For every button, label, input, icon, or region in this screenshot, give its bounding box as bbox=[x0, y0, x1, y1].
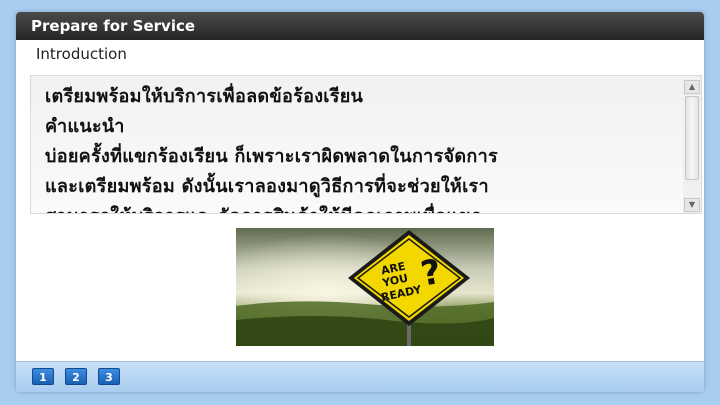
triangle-up-icon: ▲ bbox=[688, 82, 696, 91]
text-line: สามารถให้บริการและจัดการสินค้าให้มีคุณภา… bbox=[45, 202, 675, 213]
lesson-window: Prepare for Service Introduction เตรียมพ… bbox=[16, 12, 704, 392]
page-button-1[interactable]: 1 bbox=[32, 368, 54, 385]
text-line: บ่อยครั้งที่แขกร้องเรียน ก็เพราะเราผิดพล… bbox=[45, 146, 498, 167]
text-line: และเตรียมพร้อม ดังนั้นเราลองมาดูวิธีการท… bbox=[45, 176, 489, 197]
panel-text: เตรียมพร้อมให้บริการเพื่อลดข้อร้องเรียน … bbox=[45, 82, 675, 213]
triangle-down-icon: ▼ bbox=[688, 200, 696, 209]
page-button-2[interactable]: 2 bbox=[65, 368, 87, 385]
text-line-heading: เตรียมพร้อมให้บริการเพื่อลดข้อร้องเรียน bbox=[45, 86, 364, 107]
road-sign-illustration: ARE YOU READY ? bbox=[236, 228, 494, 346]
scroll-down-button[interactable]: ▼ bbox=[684, 198, 700, 212]
text-line-subheading: คำแนะนำ bbox=[45, 116, 125, 137]
pager-bar: 1 2 3 bbox=[16, 361, 704, 392]
window-title: Prepare for Service bbox=[16, 12, 704, 40]
page-button-3[interactable]: 3 bbox=[98, 368, 120, 385]
vertical-scrollbar[interactable]: ▲ ▼ bbox=[683, 80, 701, 213]
text-panel[interactable]: เตรียมพร้อมให้บริการเพื่อลดข้อร้องเรียน … bbox=[30, 75, 702, 214]
scroll-thumb[interactable] bbox=[685, 96, 699, 180]
scroll-up-button[interactable]: ▲ bbox=[684, 80, 700, 94]
section-title: Introduction bbox=[16, 40, 704, 68]
are-you-ready-image: ARE YOU READY ? bbox=[236, 228, 494, 346]
